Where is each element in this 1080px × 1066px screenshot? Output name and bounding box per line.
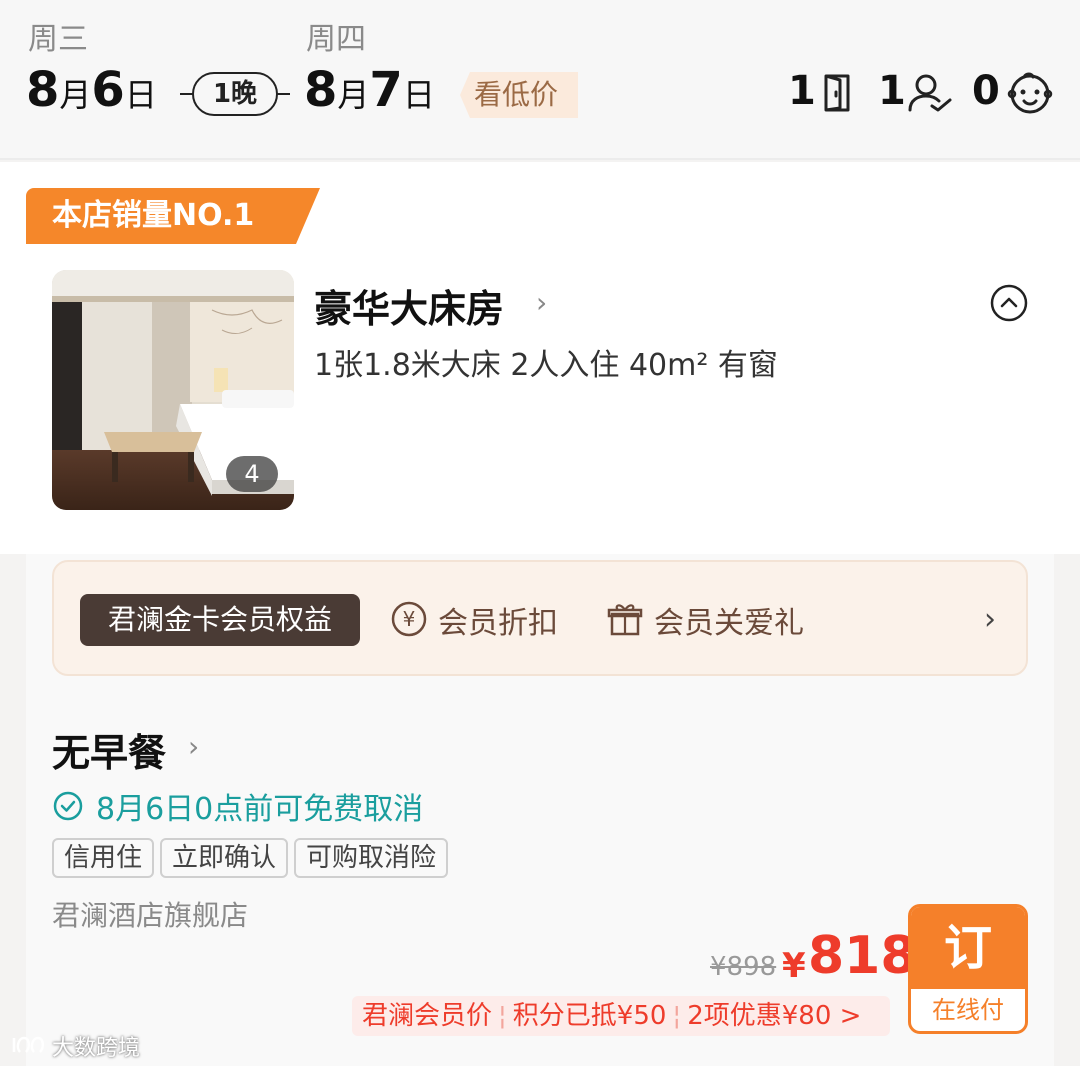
check-circle-icon	[53, 791, 83, 821]
member-benefits-bar[interactable]: 君澜金卡会员权益 ¥ 会员折扣 会员关爱礼 ›	[52, 560, 1028, 676]
member-tier-badge: 君澜金卡会员权益	[80, 594, 360, 646]
children-count[interactable]: 0	[972, 68, 1000, 114]
tag-cancel-insurance: 可购取消险	[294, 838, 449, 878]
checkin-month: 8	[26, 62, 60, 118]
promo-separator: ¦	[672, 1001, 682, 1031]
member-gift-label: 会员关爱礼	[654, 606, 804, 641]
nights-line-right	[276, 93, 290, 95]
door-icon	[824, 74, 850, 112]
promo-details[interactable]: 君澜会员价 ¦ 积分已抵¥50 ¦ 2项优惠¥80 >	[352, 996, 890, 1036]
room-photo[interactable]: 4	[52, 270, 294, 510]
checkout-day-unit: 日	[402, 76, 435, 114]
checkout-date[interactable]: 8月7日	[304, 62, 435, 118]
member-discount-label: 会员折扣	[438, 606, 558, 641]
chevron-up-circle-icon[interactable]	[990, 284, 1028, 322]
promo-points-deduct: 积分已抵¥50	[512, 1001, 667, 1031]
book-button-label: 订	[911, 907, 1025, 989]
svg-text:¥: ¥	[403, 607, 416, 631]
checkin-date[interactable]: 8月6日	[26, 62, 157, 118]
nights-pill: 1晚	[192, 72, 278, 116]
checkout-day: 7	[369, 62, 403, 118]
date-header: 周三 8月6日 1晚 周四 8月7日 看低价 1 1 0	[0, 0, 1080, 160]
low-price-button[interactable]: 看低价	[460, 72, 578, 118]
checkin-day-unit: 日	[124, 76, 157, 114]
store-name: 君澜酒店旗舰店	[52, 899, 249, 932]
rate-plan-panel: 君澜金卡会员权益 ¥ 会员折扣 会员关爱礼 › 无早餐 › 8月6日0点前可免费…	[26, 554, 1054, 1066]
meal-plan-title[interactable]: 无早餐	[52, 722, 166, 777]
promo-separator: ¦	[498, 1001, 507, 1031]
sales-share-text: 46%住客预订了该房型	[294, 188, 690, 244]
rate-tags: 信用住 立即确认 可购取消险	[52, 838, 454, 878]
adults-count[interactable]: 1	[878, 68, 906, 114]
book-button[interactable]: 订 在线付	[908, 904, 1028, 1034]
chevron-right-icon: ›	[536, 286, 548, 319]
yen-circle-icon: ¥	[391, 601, 427, 637]
sales-bar: 本店销量NO.1 46%住客预订了该房型	[26, 188, 690, 244]
watermark-text: 大数跨境	[52, 1036, 141, 1061]
chevron-right-icon: ›	[984, 602, 996, 637]
checkin-day: 6	[91, 62, 125, 118]
checkout-weekday: 周四	[306, 22, 366, 57]
chevron-right-icon: ›	[188, 730, 200, 763]
nights-indicator: 1晚	[180, 72, 290, 116]
promo-member-price: 君澜会员价	[362, 1001, 493, 1031]
checkin-month-unit: 月	[59, 76, 92, 114]
current-price: 818	[808, 926, 917, 986]
tag-instant-confirm: 立即确认	[160, 838, 289, 878]
photo-count-badge: 4	[226, 456, 278, 492]
price-currency: ¥	[782, 946, 806, 986]
baby-face-icon	[1007, 72, 1053, 114]
sales-badge-tail	[290, 188, 320, 244]
gift-icon	[607, 604, 643, 636]
promo-discounts: 2项优惠¥80 >	[687, 1001, 862, 1031]
rooms-count[interactable]: 1	[788, 68, 816, 114]
tag-credit-stay: 信用住	[52, 838, 155, 878]
free-cancellation-text: 8月6日0点前可免费取消	[96, 792, 424, 827]
room-card: 本店销量NO.1 46%住客预订了该房型 4 豪华大床房 › 1张1.8米大床 …	[0, 162, 1080, 554]
checkout-month: 8	[304, 62, 338, 118]
watermark-logo-icon	[12, 1036, 44, 1053]
sales-rank-badge: 本店销量NO.1	[26, 188, 294, 244]
original-price: ¥898	[710, 952, 777, 982]
pay-online-label: 在线付	[932, 996, 1004, 1024]
checkout-month-unit: 月	[337, 76, 370, 114]
checkin-weekday: 周三	[28, 22, 88, 57]
person-icon	[908, 74, 952, 112]
room-name[interactable]: 豪华大床房	[314, 278, 504, 333]
room-specs: 1张1.8米大床 2人入住 40m² 有窗	[314, 348, 778, 383]
